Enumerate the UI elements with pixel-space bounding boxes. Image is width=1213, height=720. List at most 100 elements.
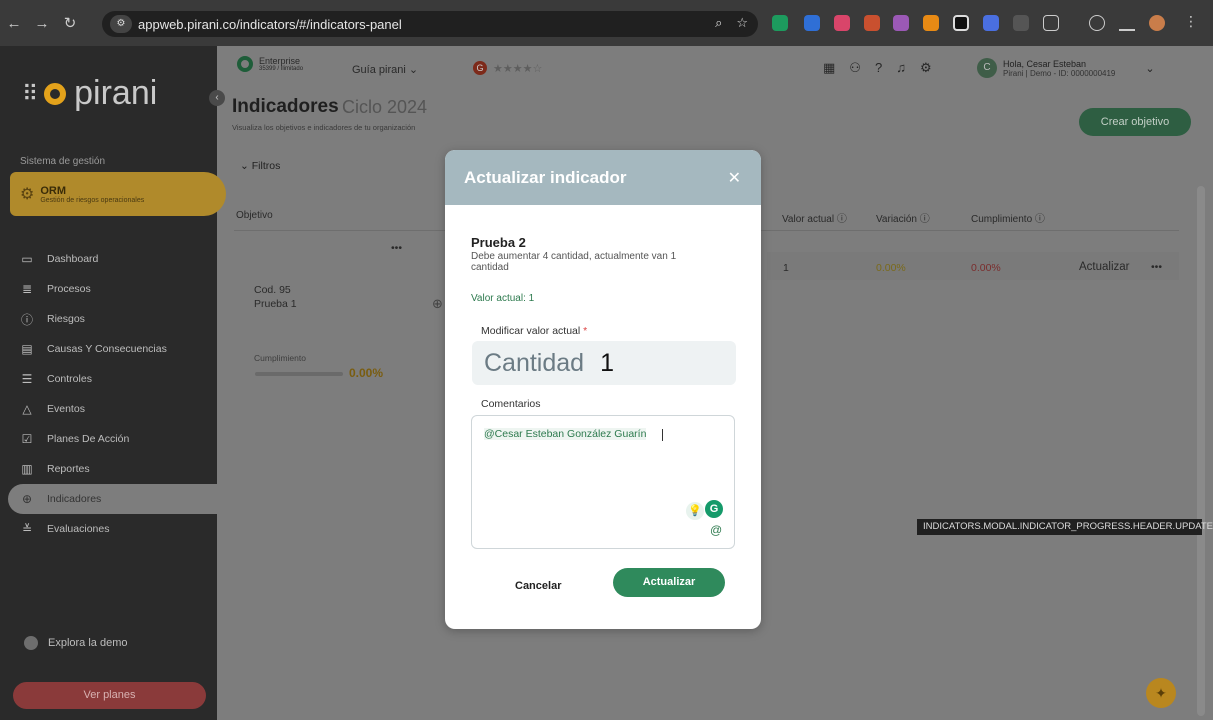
create-objective-button[interactable]: Crear objetivo: [1079, 108, 1191, 136]
see-plans-button[interactable]: Ver planes: [13, 682, 206, 709]
sidebar-item-riesgos[interactable]: ⓘ Riesgos: [0, 304, 217, 334]
help-icon[interactable]: ?: [875, 60, 882, 76]
rating[interactable]: G ★★★★☆: [473, 61, 542, 75]
page-title: Indicadores: [232, 96, 339, 117]
sliders-icon: ☰: [21, 372, 33, 386]
sidebar-item-eventos[interactable]: △ Eventos: [0, 394, 217, 424]
bookmark-star-icon[interactable]: ☆: [736, 15, 748, 31]
tooltip: INDICATORS.MODAL.INDICATOR_PROGRESS.HEAD…: [917, 519, 1213, 535]
plan-detail: 35399 / Ilimitado: [259, 66, 304, 72]
top-bar: Enterprise 35399 / Ilimitado Guía pirani…: [217, 46, 1213, 92]
info-icon[interactable]: ⓘ: [920, 214, 930, 225]
header-icons: ▦ ⚇ ? ♫ ⚙: [823, 60, 932, 76]
sidebar-item-dashboard[interactable]: ▭ Dashboard: [0, 244, 217, 274]
sidebar-item-procesos[interactable]: ≣ Procesos: [0, 274, 217, 304]
close-icon[interactable]: ✕: [728, 168, 741, 188]
g2-logo-icon: G: [473, 61, 487, 75]
reading-list-icon[interactable]: [1119, 15, 1135, 31]
extension-orange-icon[interactable]: [923, 15, 939, 31]
sidebar-item-evaluaciones[interactable]: ≚ Evaluaciones: [0, 514, 217, 544]
evaluation-icon: ≚: [21, 522, 33, 536]
performance-icon[interactable]: [1089, 15, 1105, 31]
more-options-icon[interactable]: •••: [1151, 261, 1162, 273]
reload-icon[interactable]: ↻: [56, 14, 84, 32]
organization-icon[interactable]: ▦: [823, 60, 835, 76]
logo-mark-icon: [44, 82, 67, 105]
guide-dropdown[interactable]: Guía pirani ⌄: [352, 63, 418, 76]
extension-pink-icon[interactable]: [834, 15, 850, 31]
explore-demo[interactable]: Explora la demo: [24, 636, 128, 650]
collapse-sidebar-icon[interactable]: ‹: [209, 90, 225, 106]
sidebar-item-controles[interactable]: ☰ Controles: [0, 364, 217, 394]
sidebar: ⠿ pirani Sistema de gestión ⚙ ORM Gestió…: [0, 46, 226, 720]
forward-icon[interactable]: →: [28, 15, 56, 32]
plan-logo-icon: [237, 56, 253, 72]
comments-textarea[interactable]: @Cesar Esteban González Guarín 💡 G @: [471, 415, 735, 549]
sidebar-item-planes[interactable]: ☑ Planes De Acción: [0, 424, 217, 454]
extension-purple-icon[interactable]: [893, 15, 909, 31]
user-menu[interactable]: C Hola, Cesar Esteban Pirani | Demo - ID…: [977, 58, 1155, 78]
help-widget-icon[interactable]: ✦: [1146, 678, 1176, 708]
app-page: ⠿ pirani Sistema de gestión ⚙ ORM Gestió…: [0, 46, 1213, 720]
update-button[interactable]: Actualizar: [613, 568, 725, 597]
monitor-icon: ▭: [21, 252, 33, 266]
quantity-input[interactable]: Cantidad 1: [472, 341, 736, 385]
gears-icon: ⚙: [20, 186, 35, 203]
extension-grammarly-icon[interactable]: [772, 15, 788, 31]
sidebar-item-reportes[interactable]: ▥ Reportes: [0, 454, 217, 484]
module-title: ORM: [40, 184, 67, 197]
mention-at-icon[interactable]: @: [710, 523, 722, 537]
site-settings-icon[interactable]: ⚙: [110, 15, 132, 33]
browser-toolbar: ← → ↻ ⚙ appweb.pirani.co/indicators/#/in…: [0, 0, 1213, 46]
sidebar-item-label: Procesos: [47, 283, 91, 295]
sidebar-item-indicadores[interactable]: ⊕ Indicadores: [8, 484, 217, 514]
extension-people-icon[interactable]: [983, 15, 999, 31]
objective-name: Prueba 1: [254, 298, 297, 310]
extension-blue-icon[interactable]: [804, 15, 820, 31]
comments-label: Comentarios: [481, 398, 541, 410]
indicator-name: Prueba 2: [471, 235, 526, 250]
fulfillment-label: Cumplimiento: [254, 353, 306, 363]
column-fulfillment: Cumplimiento ⓘ: [971, 210, 1045, 225]
url-text: appweb.pirani.co/indicators/#/indicators…: [138, 16, 402, 32]
sidebar-item-label: Evaluaciones: [47, 523, 110, 535]
settings-icon[interactable]: ⚙: [920, 60, 932, 76]
suggestion-bulb-icon[interactable]: 💡: [686, 502, 704, 520]
add-user-icon[interactable]: ⚇: [849, 60, 861, 76]
info-icon[interactable]: ⓘ: [837, 214, 847, 225]
extensions-puzzle-icon[interactable]: [1043, 15, 1059, 31]
modal-title: Actualizar indicador: [464, 167, 627, 187]
logo[interactable]: ⠿ pirani: [22, 74, 157, 113]
cycle-selector[interactable]: Ciclo 2024: [342, 97, 427, 118]
extension-dark-icon[interactable]: [953, 15, 969, 31]
address-bar[interactable]: ⚙ appweb.pirani.co/indicators/#/indicato…: [102, 11, 758, 37]
scrollbar[interactable]: [1197, 186, 1205, 716]
back-icon[interactable]: ←: [0, 15, 28, 32]
info-icon[interactable]: ⓘ: [1035, 214, 1045, 225]
warning-icon: △: [22, 402, 32, 416]
row-options-icon[interactable]: •••: [391, 242, 402, 254]
browser-menu-icon[interactable]: ⋮: [1184, 13, 1198, 30]
extension-red-icon[interactable]: [864, 15, 880, 31]
guide-label: Guía pirani: [352, 64, 406, 76]
user-detail: Pirani | Demo - ID: 0000000419: [1003, 68, 1116, 78]
update-link[interactable]: Actualizar: [1079, 261, 1130, 273]
profile-avatar-icon[interactable]: [1149, 15, 1165, 31]
sidebar-item-label: Reportes: [47, 463, 90, 475]
module-selector[interactable]: ⚙ ORM Gestión de riesgos operacionales: [10, 172, 226, 216]
quantity-unit: Cantidad: [484, 348, 585, 377]
alert-circle-icon: ⓘ: [20, 312, 33, 327]
checkbox-icon: ☑: [21, 432, 33, 446]
filters-toggle[interactable]: ⌄ Filtros: [240, 160, 280, 172]
cancel-button[interactable]: Cancelar: [515, 580, 561, 592]
zoom-icon[interactable]: ⌕: [715, 15, 722, 31]
add-indicator-icon[interactable]: ⊕: [432, 296, 443, 312]
grammarly-icon[interactable]: G: [705, 500, 723, 518]
quantity-value[interactable]: 1: [600, 349, 614, 378]
sidebar-item-causas[interactable]: ▤ Causas Y Consecuencias: [0, 334, 217, 364]
extension-more-icon[interactable]: [1013, 15, 1029, 31]
column-label: Cumplimiento: [971, 214, 1033, 225]
notifications-icon[interactable]: ♫: [896, 60, 906, 76]
apps-grid-icon[interactable]: ⠿: [22, 81, 38, 107]
plan-name: Enterprise: [259, 56, 301, 66]
